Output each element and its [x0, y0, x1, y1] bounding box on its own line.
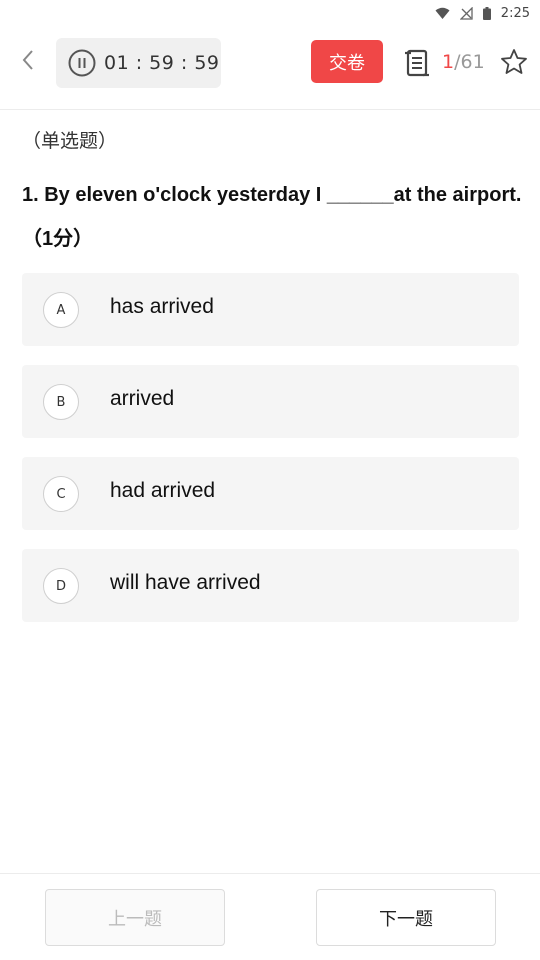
option-d[interactable]: D will have arrived: [22, 549, 519, 622]
top-bar: 01 : 59 : 59 交卷 1/61: [0, 26, 540, 110]
question-text: 1. By eleven o'clock yesterday I ______a…: [22, 184, 522, 250]
option-letter: D: [43, 568, 79, 604]
next-question-button[interactable]: 下一题: [316, 889, 496, 946]
chevron-left-icon: [22, 50, 33, 70]
answer-sheet-button[interactable]: [402, 48, 432, 78]
progress-current: 1: [442, 51, 455, 73]
status-time: 2:25: [500, 5, 530, 21]
submit-button[interactable]: 交卷: [311, 40, 383, 83]
option-letter: C: [43, 476, 79, 512]
pause-icon[interactable]: [68, 49, 96, 77]
option-a[interactable]: A has arrived: [22, 273, 519, 346]
star-outline-icon: [501, 49, 527, 74]
question-progress: 1/61: [442, 51, 485, 73]
question-type: （单选题）: [22, 130, 118, 152]
option-c[interactable]: C had arrived: [22, 457, 519, 530]
footer-nav: 上一题 下一题: [0, 873, 540, 960]
back-button[interactable]: [14, 46, 42, 74]
progress-total: /61: [454, 51, 485, 73]
battery-icon: [482, 6, 491, 20]
option-letter: A: [43, 292, 79, 328]
favorite-button[interactable]: [500, 48, 528, 76]
option-letter: B: [43, 384, 79, 420]
status-bar: 2:25: [0, 0, 540, 26]
wifi-icon: [435, 7, 450, 19]
answer-sheet-icon: [405, 49, 429, 77]
no-signal-icon: [459, 6, 473, 20]
option-text: has arrived: [110, 295, 214, 318]
timer-text: 01 : 59 : 59: [104, 52, 220, 74]
option-text: had arrived: [110, 479, 216, 502]
timer[interactable]: 01 : 59 : 59: [56, 38, 221, 88]
option-text: will have arrived: [110, 571, 261, 594]
option-text: arrived: [110, 387, 175, 410]
option-b[interactable]: B arrived: [22, 365, 519, 438]
prev-question-button[interactable]: 上一题: [45, 889, 225, 946]
